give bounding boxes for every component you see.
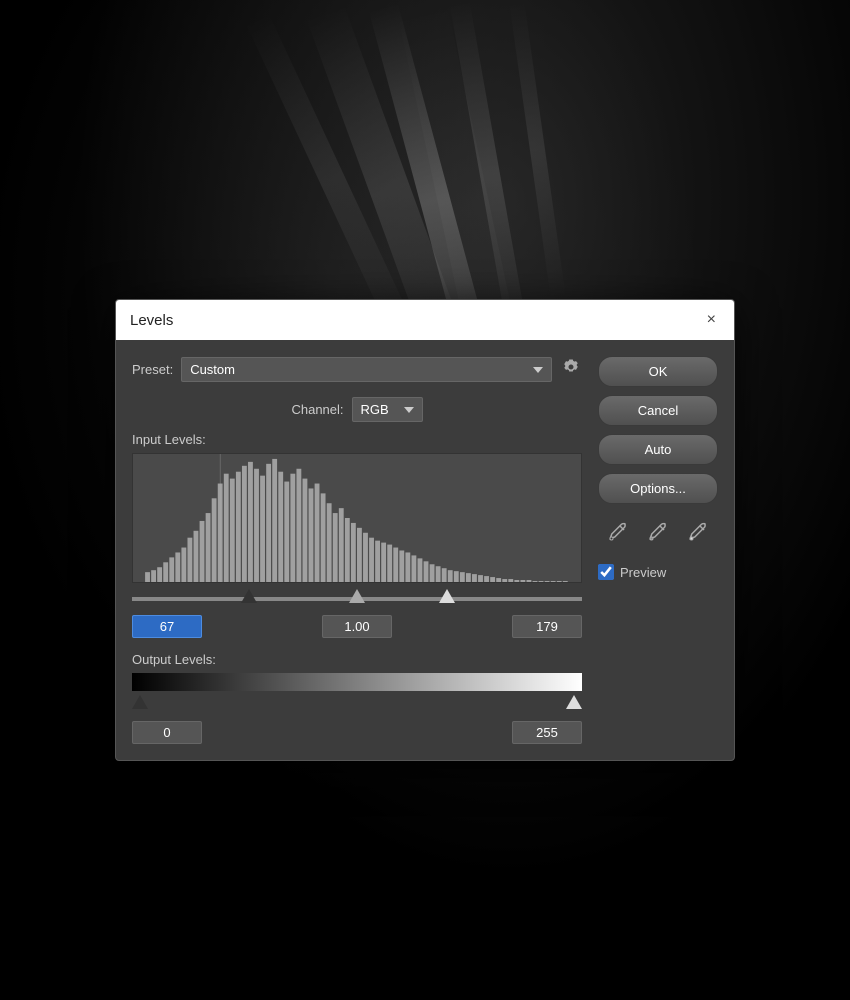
channel-label: Channel: [291,402,343,417]
cancel-button[interactable]: Cancel [598,395,718,426]
gear-button[interactable] [560,356,582,383]
preview-row: Preview [598,564,718,580]
levels-dialog: Levels × Preset: Custom Default Increase… [115,299,735,761]
midtone-input[interactable] [322,615,392,638]
input-slider-area [132,589,582,609]
close-button[interactable]: × [703,310,720,330]
output-black-handle[interactable] [132,695,148,709]
output-black-input[interactable] [132,721,202,744]
preview-checkbox[interactable] [598,564,614,580]
output-white-input[interactable] [512,721,582,744]
white-eyedropper-button[interactable] [682,516,714,548]
preset-label: Preset: [132,362,173,377]
output-value-boxes [132,721,582,744]
output-gradient [132,673,582,691]
black-point-input[interactable] [132,615,202,638]
dialog-body: Preset: Custom Default Increase Contrast… [116,340,734,760]
left-panel: Preset: Custom Default Increase Contrast… [132,356,582,744]
input-value-boxes [132,615,582,638]
preview-label: Preview [620,565,666,580]
input-levels-label: Input Levels: [132,432,582,447]
auto-button[interactable]: Auto [598,434,718,465]
gear-icon [562,358,580,376]
midtone-handle[interactable] [349,589,365,603]
output-white-handle[interactable] [566,695,582,709]
black-eyedropper-icon [606,520,630,544]
gray-eyedropper-icon [646,520,670,544]
white-point-handle[interactable] [439,589,455,603]
channel-row: Channel: RGB Red Green Blue [132,397,582,422]
options-button[interactable]: Options... [598,473,718,504]
black-eyedropper-button[interactable] [602,516,634,548]
ok-button[interactable]: OK [598,356,718,387]
white-eyedropper-icon [686,520,710,544]
black-point-handle[interactable] [241,589,257,603]
output-levels-label: Output Levels: [132,652,582,667]
gray-eyedropper-button[interactable] [642,516,674,548]
output-slider-area [132,695,582,715]
eyedropper-row [598,516,718,548]
dialog-titlebar: Levels × [116,300,734,340]
white-point-input[interactable] [512,615,582,638]
histogram-container [132,453,582,583]
preset-select[interactable]: Custom Default Increase Contrast 1 Incre… [181,357,552,382]
preset-row: Preset: Custom Default Increase Contrast… [132,356,582,383]
right-panel: OK Cancel Auto Options... [598,356,718,744]
channel-select[interactable]: RGB Red Green Blue [352,397,423,422]
dialog-title: Levels [130,312,173,329]
histogram-chart [133,454,581,582]
